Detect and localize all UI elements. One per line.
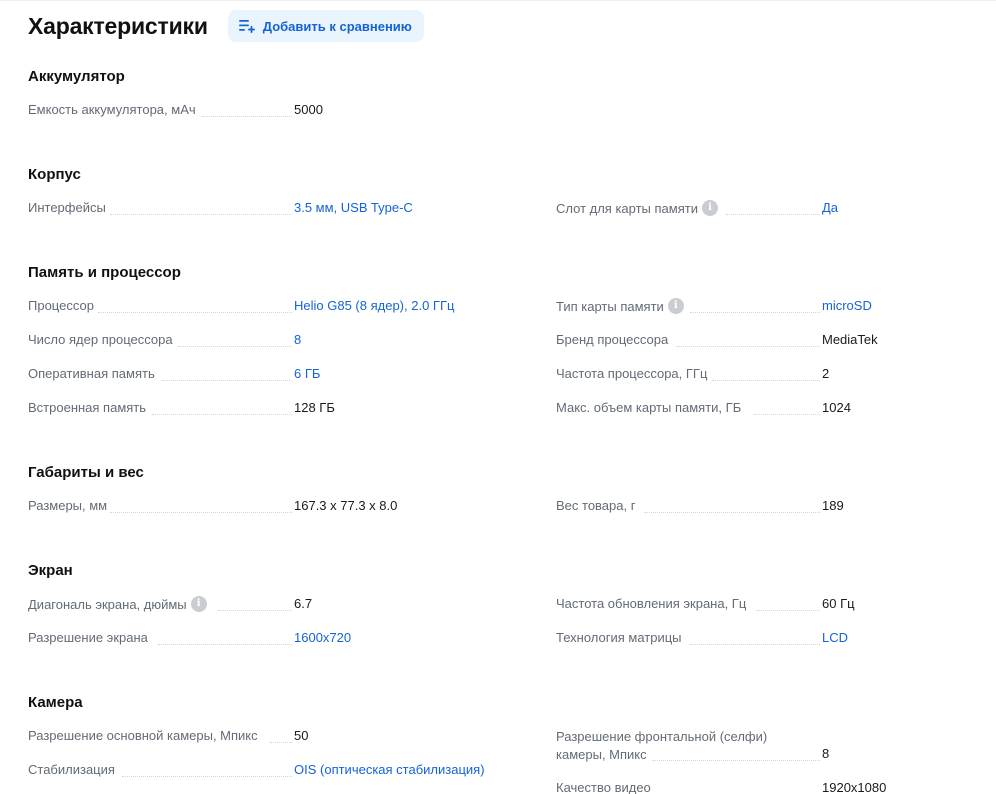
info-icon[interactable]: i [701, 200, 718, 216]
spec-label-line: камеры, Мпикс [556, 747, 647, 762]
section-title-battery: Аккумулятор [28, 68, 125, 85]
spec-value-link[interactable]: 1600x720 [294, 630, 351, 645]
dotted-leader [162, 380, 292, 381]
spec-value-link[interactable]: Да [822, 200, 838, 215]
spec-value: 60 Гц [822, 596, 855, 611]
dotted-leader [110, 214, 292, 215]
dotted-leader [644, 512, 820, 513]
spec-value-link[interactable]: 8 [294, 332, 301, 347]
spec-label: Интерфейсы [28, 200, 106, 215]
dotted-leader [726, 214, 820, 215]
section-title-dimensions: Габариты и вес [28, 464, 144, 481]
dotted-leader [122, 776, 292, 777]
spec-label: Разрешение основной камеры, Мпикс [28, 728, 258, 743]
spec-value-link[interactable]: microSD [822, 298, 872, 313]
dotted-leader [690, 644, 820, 645]
spec-label: Макс. объем карты памяти, ГБ [556, 400, 742, 415]
spec-value-link[interactable]: Helio G85 (8 ядер), 2.0 ГГц [294, 298, 454, 313]
spec-value-link[interactable]: 3.5 мм, USB Type-C [294, 200, 413, 215]
section-title-memory: Память и процессор [28, 264, 181, 281]
spec-label: Бренд процессора [556, 332, 669, 347]
spec-label: Процессор [28, 298, 94, 313]
dotted-leader [270, 742, 292, 743]
dotted-leader [754, 414, 820, 415]
section-title-camera: Камера [28, 694, 83, 711]
spec-value: 1920x1080 [822, 780, 887, 794]
spec-value: 189 [822, 498, 844, 513]
spec-label: Стабилизация [28, 762, 115, 777]
page-title: Характеристики [28, 12, 208, 39]
spec-value: 6.7 [294, 596, 313, 611]
dotted-leader [98, 312, 292, 313]
dotted-leader [756, 610, 820, 611]
spec-value-link[interactable]: 6 ГБ [294, 366, 320, 381]
info-icon[interactable]: i [190, 596, 207, 612]
dotted-leader [202, 116, 292, 117]
spec-label-with-info: Диагональ экрана, дюймы i [28, 596, 207, 612]
spec-label: Число ядер процессора [28, 332, 173, 347]
spec-label-line: Разрешение фронтальной (селфи) [556, 729, 768, 744]
spec-value: 50 [294, 728, 309, 743]
dotted-leader [110, 512, 292, 513]
dotted-leader [178, 346, 292, 347]
page-header: Характеристики Добавить к сравнению [28, 10, 424, 42]
list-add-icon [238, 20, 255, 33]
spec-value-link[interactable]: LCD [822, 630, 848, 645]
add-to-compare-label: Добавить к сравнению [262, 18, 412, 34]
dotted-leader [690, 312, 820, 313]
spec-value: 8 [822, 746, 830, 761]
spec-label-with-info: Слот для карты памяти i [556, 200, 718, 216]
top-divider [0, 0, 996, 1]
dotted-leader [158, 644, 292, 645]
spec-label: Слот для карты памяти [556, 200, 698, 216]
dotted-leader [218, 610, 292, 611]
dotted-leader [676, 346, 820, 347]
spec-label: Размеры, мм [28, 498, 108, 513]
spec-label: Встроенная память [28, 400, 147, 415]
spec-label: Емкость аккумулятора, мАч [28, 102, 196, 117]
add-to-compare-button[interactable]: Добавить к сравнению [227, 10, 424, 42]
spec-label: Качество видео [556, 780, 651, 794]
dotted-leader [712, 380, 820, 381]
spec-label: Диагональ экрана, дюймы [28, 596, 187, 612]
spec-value-link[interactable]: OIS (оптическая стабилизация) [294, 762, 485, 777]
spec-value: 5000 [294, 102, 323, 117]
dotted-leader [152, 414, 292, 415]
section-title-screen: Экран [28, 562, 73, 579]
spec-label: Частота процессора, ГГц [556, 366, 708, 381]
spec-label: Оперативная память [28, 366, 155, 381]
spec-label: Частота обновления экрана, Гц [556, 596, 747, 611]
spec-label: Вес товара, г [556, 498, 636, 513]
spec-value: 167.3 x 77.3 x 8.0 [294, 498, 398, 513]
info-icon[interactable]: i [667, 298, 684, 314]
section-title-body: Корпус [28, 166, 81, 183]
spec-label-with-info: Тип карты памяти i [556, 298, 684, 314]
spec-label: Технология матрицы [556, 630, 682, 645]
spec-value: 2 [822, 366, 830, 381]
spec-value: 1024 [822, 400, 851, 415]
dotted-leader [652, 760, 820, 761]
spec-label: Разрешение экрана [28, 630, 148, 645]
spec-value: 128 ГБ [294, 400, 335, 415]
spec-label: Тип карты памяти [556, 298, 664, 314]
spec-value: MediaTek [822, 332, 878, 347]
spec-label-multiline: Разрешение фронтальной (селфи) камеры, М… [556, 728, 767, 764]
